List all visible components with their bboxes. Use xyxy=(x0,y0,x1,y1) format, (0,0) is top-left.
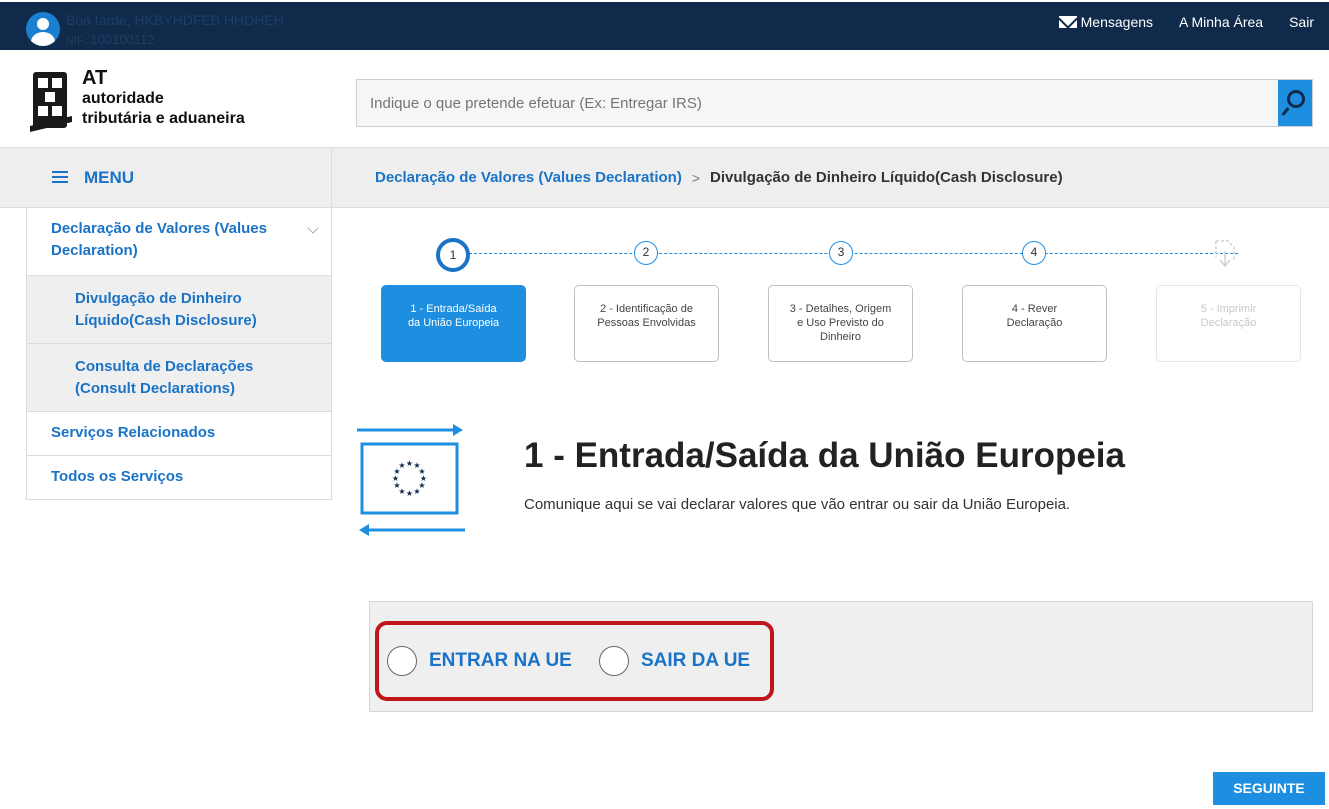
step-label-line: 4 - Rever xyxy=(1011,303,1058,315)
exit-eu-radio[interactable] xyxy=(599,646,629,676)
nif-label: NIF: xyxy=(66,35,87,47)
menu-label: MENU xyxy=(84,168,135,187)
logout-link[interactable]: Sair xyxy=(1289,14,1314,30)
step-label-line: Declaração xyxy=(1006,317,1063,329)
svg-text:★: ★ xyxy=(406,459,413,468)
messages-link[interactable]: Mensagens xyxy=(1058,14,1154,30)
at-logo[interactable]: AT autoridade tributária e aduaneira xyxy=(30,64,290,134)
hamburger-icon xyxy=(52,171,68,183)
sidebar-item-label: Consulta de Declarações (Consult Declara… xyxy=(75,358,254,397)
nif-text: NIF: 100100112 xyxy=(66,32,155,47)
cropped-header-strip xyxy=(0,0,1329,2)
nif-value: 100100112 xyxy=(90,32,155,47)
step-label-line: e Uso Previsto do xyxy=(797,317,884,329)
search-button[interactable] xyxy=(1278,80,1312,126)
at-emblem-icon xyxy=(30,72,72,132)
section-title: 1 - Entrada/Saída da União Europeia xyxy=(524,436,1125,475)
step-2-card[interactable]: 2 - Identificação de Pessoas Envolvidas xyxy=(574,285,719,362)
breadcrumb-current: Divulgação de Dinheiro Líquido(Cash Disc… xyxy=(710,169,1063,186)
breadcrumb: Declaração de Valores (Values Declaratio… xyxy=(332,147,1329,208)
breadcrumb-separator: > xyxy=(691,169,701,186)
sidebar-item-label: Todos os Serviços xyxy=(51,468,184,485)
logo-line3: tributária e aduaneira xyxy=(82,110,245,127)
svg-text:★: ★ xyxy=(413,487,420,496)
search-input[interactable] xyxy=(357,80,1277,126)
breadcrumb-parent-link[interactable]: Declaração de Valores (Values Declaratio… xyxy=(375,169,682,186)
logo-at-text: AT xyxy=(82,67,108,89)
user-avatar-icon[interactable] xyxy=(26,12,60,46)
step-3-card[interactable]: 3 - Detalhes, Origem e Uso Previsto do D… xyxy=(768,285,913,362)
step-5-card: 5 - Imprimir Declaração xyxy=(1156,285,1301,362)
sidebar-item-related-services[interactable]: Serviços Relacionados xyxy=(27,412,331,456)
step-label-line: 1 - Entrada/Saída xyxy=(410,303,497,315)
step-label-line: 5 - Imprimir xyxy=(1200,303,1257,315)
logo-line2: autoridade xyxy=(82,90,164,107)
sidebar-item-all-services[interactable]: Todos os Serviços xyxy=(27,456,331,500)
search-bar xyxy=(356,79,1313,127)
enter-eu-radio[interactable] xyxy=(387,646,417,676)
svg-text:★: ★ xyxy=(398,461,405,470)
greeting-text: Boa tarde, HKBYHDFEB HHDHEH xyxy=(66,12,284,28)
sidebar-nav: Declaração de Valores (Values Declaratio… xyxy=(26,208,332,500)
messages-label: Mensagens xyxy=(1080,14,1154,30)
step-2-indicator: 2 xyxy=(634,241,658,265)
section-subtitle: Comunique aqui se vai declarar valores q… xyxy=(524,496,1071,513)
exit-eu-label[interactable]: SAIR DA UE xyxy=(641,650,750,672)
sidebar-item-consult-declarations[interactable]: Consulta de Declarações (Consult Declara… xyxy=(27,344,331,412)
menu-toggle[interactable]: MENU xyxy=(0,147,332,208)
step-label-line: Dinheiro xyxy=(820,331,861,343)
top-bar: Boa tarde, HKBYHDFEB HHDHEH NIF: 1001001… xyxy=(0,0,1329,50)
step-label-line: da União Europeia xyxy=(407,317,500,329)
svg-text:★: ★ xyxy=(406,489,413,498)
sidebar-item-label: Divulgação de Dinheiro Líquido(Cash Disc… xyxy=(75,290,257,329)
chevron-down-icon[interactable] xyxy=(307,222,319,234)
enter-eu-label[interactable]: ENTRAR NA UE xyxy=(429,650,572,672)
step-4-indicator: 4 xyxy=(1022,241,1046,265)
step-3-indicator: 3 xyxy=(829,241,853,265)
step-label-line: Declaração xyxy=(1200,317,1257,329)
sidebar-item-label: Serviços Relacionados xyxy=(51,424,216,441)
next-button[interactable]: SEGUINTE xyxy=(1213,772,1325,805)
eu-entry-exit-icon: ★ ★★ ★★★ ★★★ ★★★ xyxy=(357,424,465,536)
top-links: Mensagens A Minha Área Sair xyxy=(1058,14,1329,30)
my-area-link[interactable]: A Minha Área xyxy=(1179,14,1263,30)
step-1-card[interactable]: 1 - Entrada/Saída da União Europeia xyxy=(381,285,526,362)
envelope-icon xyxy=(1058,16,1077,28)
sidebar-item-cash-disclosure[interactable]: Divulgação de Dinheiro Líquido(Cash Disc… xyxy=(27,276,331,344)
step-1-indicator: 1 xyxy=(436,238,470,272)
sidebar-item-label: Declaração de Valores (Values Declaratio… xyxy=(51,220,267,259)
step-label-line: 3 - Detalhes, Origem xyxy=(789,303,892,315)
step-4-card[interactable]: 4 - Rever Declaração xyxy=(962,285,1107,362)
print-document-icon xyxy=(1215,240,1235,268)
step-label-line: Pessoas Envolvidas xyxy=(597,317,696,329)
sidebar-item-values-declaration[interactable]: Declaração de Valores (Values Declaratio… xyxy=(27,208,331,276)
step-label-line: 2 - Identificação de xyxy=(600,303,693,315)
